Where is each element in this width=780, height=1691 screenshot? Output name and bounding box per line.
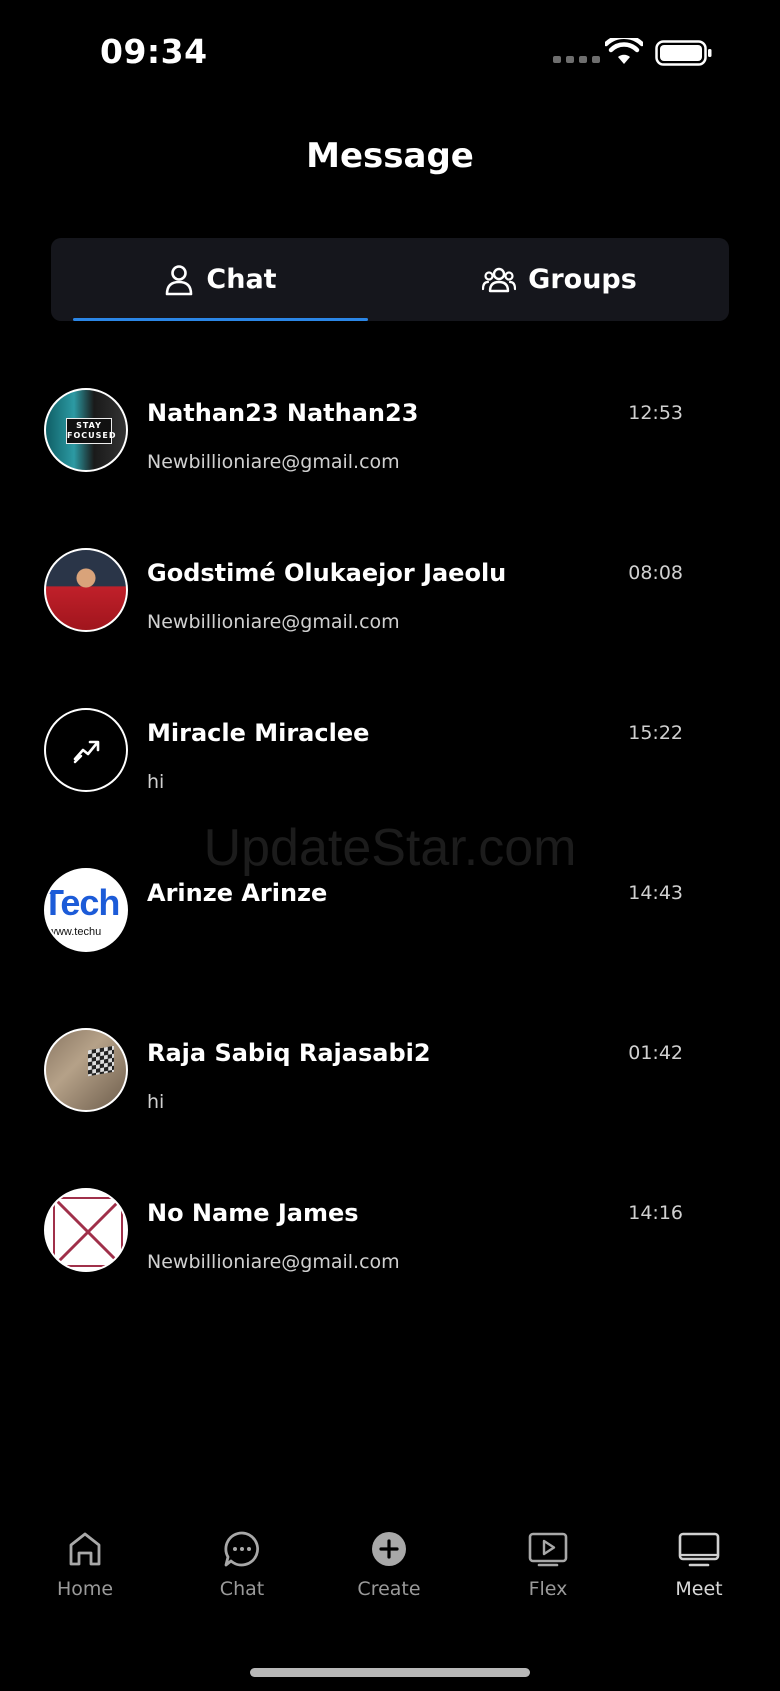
wifi-icon [605,38,643,64]
chat-name: No Name James [147,1199,359,1227]
trending-up-icon [73,740,100,764]
chat-bubble-icon [224,1531,259,1567]
avatar [44,708,128,792]
avatar [44,1188,128,1272]
play-screen-icon [528,1532,568,1567]
nav-home-label: Home [56,1578,114,1600]
battery-icon [655,40,712,66]
avatar: Tech www.techu [44,868,128,952]
nav-meet-label: Meet [675,1578,723,1600]
chat-list: STAY FOCUSED Nathan23 Nathan23 Newbillio… [0,380,780,1340]
chat-time: 15:22 [628,722,683,744]
status-bar: 09:34 [0,0,780,100]
chat-list-item[interactable]: Miracle Miraclee hi 15:22 [0,700,780,860]
chat-time: 12:53 [628,402,683,424]
nav-create-label: Create [357,1578,421,1600]
chat-name: Miracle Miraclee [147,719,370,747]
tab-groups[interactable]: Groups [390,238,729,321]
home-indicator[interactable] [250,1668,530,1677]
cellular-signal-icon [553,56,600,63]
chat-list-item[interactable]: STAY FOCUSED Nathan23 Nathan23 Newbillio… [0,380,780,540]
chat-time: 14:16 [628,1202,683,1224]
avatar [44,1028,128,1112]
chat-list-item[interactable]: No Name James Newbillioniare@gmail.com 1… [0,1180,780,1340]
nav-flex[interactable]: Flex [493,1528,603,1600]
chat-time: 08:08 [628,562,683,584]
monitor-icon [678,1532,720,1567]
plus-circle-icon [372,1532,406,1566]
chat-name: Arinze Arinze [147,879,328,907]
no-image-placeholder-icon [52,1196,124,1268]
nav-home[interactable]: Home [30,1528,140,1600]
group-icon [482,267,517,292]
avatar [44,548,128,632]
chat-preview: Newbillioniare@gmail.com [147,451,400,473]
home-icon [69,1532,101,1566]
nav-create[interactable]: Create [334,1528,444,1600]
tab-bar: Chat Groups [51,238,729,321]
status-time: 09:34 [100,32,208,71]
chat-preview: Newbillioniare@gmail.com [147,611,400,633]
chat-preview: Newbillioniare@gmail.com [147,1251,400,1273]
nav-flex-label: Flex [528,1578,568,1600]
avatar-tech-url: www.techu [48,926,102,938]
chat-list-item[interactable]: Raja Sabiq Rajasabi2 hi 01:42 [0,1020,780,1180]
chat-preview: hi [147,1091,165,1113]
chat-time: 14:43 [628,882,683,904]
chat-list-item[interactable]: Tech www.techu Arinze Arinze 14:43 [0,860,780,1020]
chat-preview: hi [147,771,165,793]
avatar-stay-focused-text: STAY FOCUSED [66,418,116,444]
avatar: STAY FOCUSED [44,388,128,472]
page-title: Message [306,136,474,176]
tab-chat[interactable]: Chat [51,238,390,321]
chat-name: Raja Sabiq Rajasabi2 [147,1039,431,1067]
chat-list-item[interactable]: Godstimé Olukaejor Jaeolu Newbillioniare… [0,540,780,700]
nav-chat[interactable]: Chat [187,1528,297,1600]
bottom-nav: Home Chat Create Flex Meet [0,1528,780,1628]
person-icon [166,264,193,295]
nav-meet[interactable]: Meet [644,1528,754,1600]
chat-time: 01:42 [628,1042,683,1064]
chat-name: Godstimé Olukaejor Jaeolu [147,559,507,587]
avatar-tech-text: Tech [44,882,120,923]
chat-name: Nathan23 Nathan23 [147,399,419,427]
nav-chat-label: Chat [219,1578,265,1600]
tab-chat-label: Chat [206,264,277,295]
tab-groups-label: Groups [528,264,637,295]
